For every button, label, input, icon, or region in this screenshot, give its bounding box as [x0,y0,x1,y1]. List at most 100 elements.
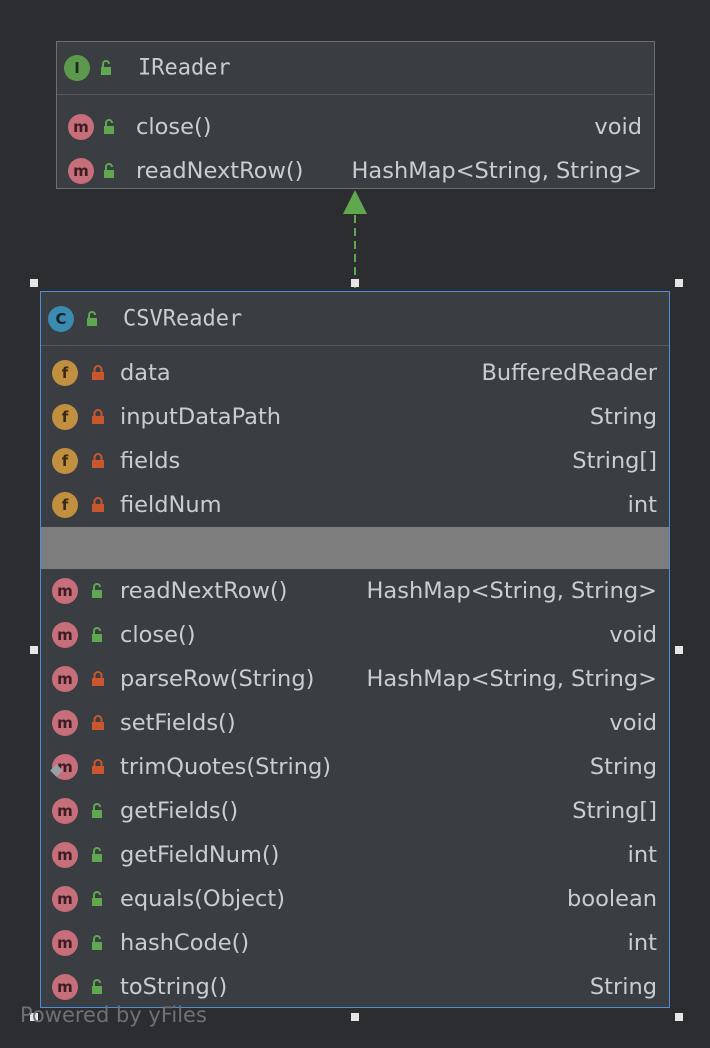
field-icon: f [52,492,78,518]
class-type-icon: C [48,305,74,332]
method-icon: m [52,710,78,736]
method-icon: m [52,578,78,604]
method-name: close() [136,114,212,140]
public-unlock-icon [92,847,102,862]
private-lock-icon [92,409,104,424]
method-name: toString() [120,974,228,1000]
method-row[interactable]: m close() void [57,105,654,149]
method-row[interactable]: m close() void [41,613,669,657]
public-unlock-icon [92,627,102,642]
public-unlock-icon [92,935,102,950]
field-name: inputDataPath [120,404,282,430]
field-icon: f [52,404,78,430]
field-icon: f [52,448,78,474]
interface-header: I IReader [57,42,654,95]
field-row[interactable]: f inputDataPath String [41,395,669,439]
field-row[interactable]: f fieldNum int [41,483,669,527]
public-unlock-icon [92,583,102,598]
method-return-type: void [609,710,657,736]
method-icon: m [68,158,94,184]
method-icon: m [52,666,78,692]
public-unlock-icon [92,979,102,994]
field-row[interactable]: f data BufferedReader [41,351,669,395]
method-row[interactable]: m equals(Object) boolean [41,877,669,921]
method-name: readNextRow() [136,158,304,184]
resize-handle-top-left[interactable] [30,279,38,287]
public-unlock-icon [92,803,102,818]
method-row[interactable]: m readNextRow() HashMap<String, String> [57,149,654,193]
class-methods: m readNextRow() HashMap<String, String> … [41,569,669,1009]
field-name: data [120,360,171,386]
constructors-separator [41,527,669,569]
method-row[interactable]: m trimQuotes(String) String [41,745,669,789]
method-row[interactable]: m getFields() String[] [41,789,669,833]
field-name: fields [120,448,181,474]
field-type: String [589,404,657,430]
method-return-type: HashMap<String, String> [366,666,657,692]
class-fields: f data BufferedReader f inputDataPath St… [41,346,669,527]
method-row[interactable]: m readNextRow() HashMap<String, String> [41,569,669,613]
field-name: fieldNum [120,492,222,518]
method-name: hashCode() [120,930,250,956]
interface-node-ireader[interactable]: I IReader m close() void m readNextRow()… [56,41,655,189]
method-icon: m [52,930,78,956]
resize-handle-top-center[interactable] [351,279,359,287]
method-name: equals(Object) [120,886,285,912]
public-unlock-icon [101,60,111,75]
method-return-type: boolean [567,886,657,912]
method-icon: m [52,622,78,648]
method-icon: m [52,842,78,868]
method-return-type: int [627,842,657,868]
private-lock-icon [92,453,104,468]
interface-name: IReader [138,55,231,81]
method-icon: m [52,886,78,912]
resize-handle-bottom-right[interactable] [675,1013,683,1021]
method-name: trimQuotes(String) [120,754,332,780]
method-return-type: void [594,114,642,140]
resize-handle-middle-left[interactable] [30,646,38,654]
field-type: int [627,492,657,518]
private-lock-icon [92,715,104,730]
method-name: readNextRow() [120,578,288,604]
method-row[interactable]: m getFieldNum() int [41,833,669,877]
method-return-type: HashMap<String, String> [351,158,642,184]
class-header: C CSVReader [41,292,669,346]
method-return-type: String [589,974,657,1000]
private-lock-icon [92,365,104,380]
method-return-type: String [589,754,657,780]
private-lock-icon [92,671,104,686]
class-node-csvreader[interactable]: C CSVReader f data BufferedReader f inpu… [40,291,670,1008]
method-row[interactable]: m setFields() void [41,701,669,745]
interface-methods: m close() void m readNextRow() HashMap<S… [57,95,654,193]
method-name: setFields() [120,710,236,736]
method-icon: m [52,798,78,824]
method-return-type: void [609,622,657,648]
public-unlock-icon [92,891,102,906]
method-row[interactable]: m hashCode() int [41,921,669,965]
method-name: parseRow(String) [120,666,315,692]
method-icon: m [68,114,94,140]
method-name: close() [120,622,196,648]
field-type: BufferedReader [481,360,657,386]
resize-handle-bottom-center[interactable] [351,1013,359,1021]
public-unlock-icon [104,163,114,178]
method-name: getFieldNum() [120,842,280,868]
public-unlock-icon [87,310,97,326]
class-name: CSVReader [123,306,243,331]
method-return-type: String[] [572,798,657,824]
field-type: String[] [572,448,657,474]
interface-type-icon: I [64,55,90,81]
method-row[interactable]: m parseRow(String) HashMap<String, Strin… [41,657,669,701]
method-icon: m [52,974,78,1000]
private-lock-icon [92,497,104,512]
method-name: getFields() [120,798,239,824]
method-return-type: HashMap<String, String> [366,578,657,604]
resize-handle-middle-right[interactable] [675,646,683,654]
method-return-type: int [627,930,657,956]
private-lock-icon [92,759,104,774]
watermark: Powered by yFiles [20,1003,207,1027]
public-unlock-icon [104,119,114,134]
field-row[interactable]: f fields String[] [41,439,669,483]
resize-handle-top-right[interactable] [675,279,683,287]
field-icon: f [52,360,78,386]
